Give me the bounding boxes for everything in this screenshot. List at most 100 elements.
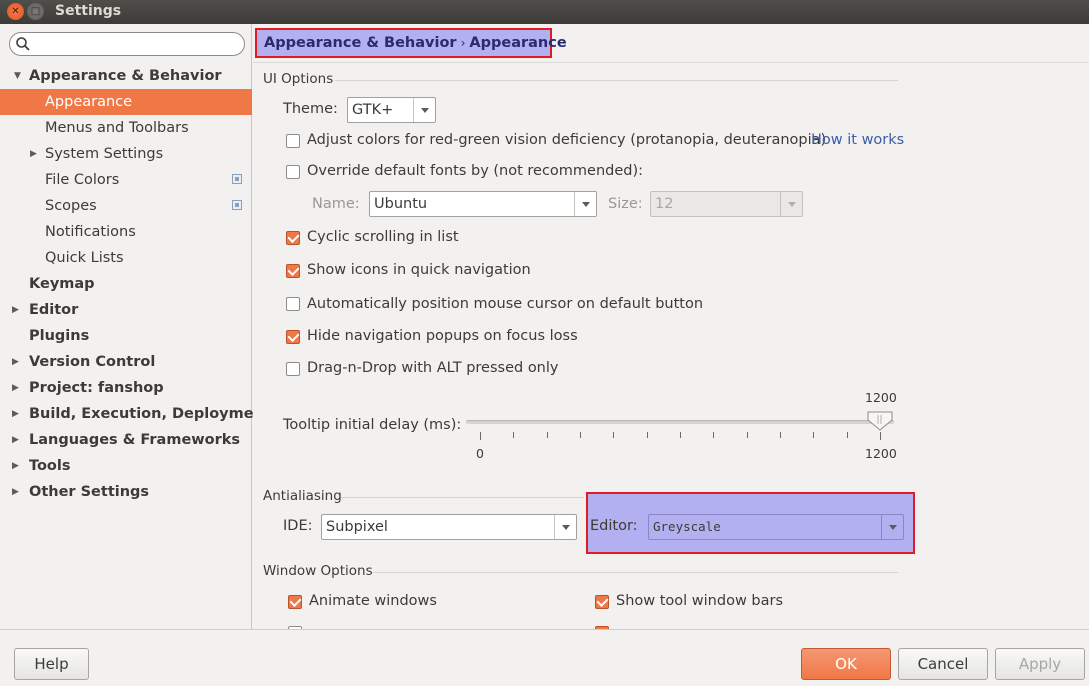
show-tool-window-bars-label: Show tool window bars — [616, 593, 784, 609]
chevron-right-icon[interactable]: ▶ — [12, 375, 19, 401]
dropdown-arrow-icon — [554, 515, 576, 539]
sidebar-item-project[interactable]: ▶ Project: fanshop — [0, 375, 252, 401]
search-input[interactable] — [9, 32, 245, 56]
breadcrumb-part-1[interactable]: Appearance & Behavior — [264, 35, 457, 51]
chevron-right-icon[interactable]: ▶ — [12, 453, 19, 479]
section-antialiasing-title: Antialiasing — [263, 488, 342, 504]
adjust-colors-checkbox[interactable] — [286, 134, 300, 148]
slider-tick — [846, 432, 848, 438]
hide-popups-label: Hide navigation popups on focus loss — [307, 328, 578, 344]
section-window-options-title: Window Options — [263, 563, 373, 579]
dropdown-arrow-icon — [780, 192, 802, 216]
slider-tick — [646, 432, 648, 438]
slider-tick — [713, 432, 715, 438]
project-scope-icon — [232, 200, 242, 210]
font-name-label: Name: — [312, 196, 360, 212]
breadcrumb: Appearance & Behavior › Appearance — [255, 28, 567, 58]
project-scope-icon — [232, 174, 242, 184]
tooltip-min-label: 0 — [476, 446, 484, 461]
font-size-label: Size: — [608, 196, 643, 212]
sidebar-item-keymap[interactable]: Keymap — [0, 271, 252, 297]
chevron-right-icon[interactable]: ▶ — [12, 349, 19, 375]
maximize-window-button[interactable]: □ — [27, 3, 44, 20]
cyclic-scrolling-label: Cyclic scrolling in list — [307, 229, 459, 245]
section-divider — [373, 572, 898, 573]
animate-windows-label: Animate windows — [309, 593, 437, 609]
slider-tick — [480, 432, 481, 440]
chevron-right-icon[interactable]: ▶ — [12, 401, 19, 427]
editor-aa-select[interactable]: Greyscale — [648, 514, 904, 540]
chevron-right-icon[interactable]: ▶ — [12, 479, 19, 505]
cancel-button[interactable]: Cancel — [898, 648, 988, 680]
sidebar-item-appearance-behavior[interactable]: ▼ Appearance & Behavior — [0, 63, 252, 89]
sidebar-item-tools[interactable]: ▶ Tools — [0, 453, 252, 479]
tooltip-delay-slider[interactable] — [466, 420, 894, 424]
drag-n-drop-checkbox[interactable] — [286, 362, 300, 376]
apply-button[interactable]: Apply — [995, 648, 1085, 680]
font-size-value: 12 — [655, 196, 674, 212]
search-icon — [16, 37, 30, 51]
slider-tick — [780, 432, 781, 438]
adjust-colors-label: Adjust colors for red-green vision defic… — [307, 132, 827, 148]
ok-button[interactable]: OK — [801, 648, 891, 680]
sidebar-item-editor[interactable]: ▶ Editor — [0, 297, 252, 323]
slider-tick — [613, 432, 615, 438]
auto-cursor-checkbox[interactable] — [286, 297, 300, 311]
show-tool-window-bars-checkbox[interactable] — [595, 595, 609, 609]
sidebar-item-appearance[interactable]: Appearance — [0, 89, 252, 115]
sidebar-item-scopes[interactable]: Scopes — [0, 193, 252, 219]
drag-n-drop-label: Drag-n-Drop with ALT pressed only — [307, 360, 559, 376]
chevron-down-icon[interactable]: ▼ — [14, 63, 21, 89]
section-divider — [341, 497, 584, 498]
title-bar: ✕ □ Settings — [0, 0, 1089, 24]
close-window-button[interactable]: ✕ — [7, 3, 24, 20]
slider-tick — [813, 432, 815, 438]
sidebar-item-file-colors[interactable]: File Colors — [0, 167, 252, 193]
slider-tick — [546, 432, 548, 438]
sidebar-item-quick-lists[interactable]: Quick Lists — [0, 245, 252, 271]
dropdown-arrow-icon — [574, 192, 596, 216]
sidebar-item-system-settings[interactable]: ▶ System Settings — [0, 141, 252, 167]
chevron-right-icon[interactable]: ▶ — [30, 141, 37, 167]
editor-aa-highlight: Editor: Greyscale — [586, 492, 915, 554]
dialog-button-bar: Help OK Cancel Apply — [0, 629, 1089, 686]
help-button[interactable]: Help — [14, 648, 89, 680]
override-fonts-checkbox[interactable] — [286, 165, 300, 179]
ide-aa-value: Subpixel — [326, 519, 388, 535]
settings-sidebar: ▼ Appearance & Behavior Appearance Menus… — [0, 24, 271, 629]
breadcrumb-part-2: Appearance — [469, 35, 567, 51]
chevron-right-icon[interactable]: ▶ — [12, 297, 19, 323]
editor-aa-label: Editor: — [590, 518, 638, 534]
section-ui-options-title: UI Options — [263, 71, 334, 87]
font-size-select: 12 — [650, 191, 803, 217]
sidebar-item-plugins[interactable]: Plugins — [0, 323, 252, 349]
show-icons-checkbox[interactable] — [286, 264, 300, 278]
slider-tick — [746, 432, 748, 438]
chevron-right-icon[interactable]: ▶ — [12, 427, 19, 453]
override-fonts-label: Override default fonts by (not recommend… — [307, 163, 644, 179]
sidebar-item-build-execution-deployment[interactable]: ▶ Build, Execution, Deployment — [0, 401, 271, 427]
sidebar-item-notifications[interactable]: Notifications — [0, 219, 252, 245]
sidebar-item-other-settings[interactable]: ▶ Other Settings — [0, 479, 252, 505]
how-it-works-link[interactable]: How it works — [811, 132, 904, 148]
slider-tick — [880, 432, 881, 440]
breadcrumb-separator: › — [460, 36, 466, 50]
header-divider — [253, 62, 1089, 63]
theme-select-value: GTK+ — [352, 102, 394, 118]
window-title: Settings — [55, 3, 122, 19]
animate-windows-checkbox[interactable] — [288, 595, 302, 609]
ide-aa-select[interactable]: Subpixel — [321, 514, 577, 540]
theme-label: Theme: — [283, 101, 338, 117]
dropdown-arrow-icon — [881, 515, 903, 539]
hide-popups-checkbox[interactable] — [286, 330, 300, 344]
font-name-select[interactable]: Ubuntu — [369, 191, 597, 217]
slider-thumb[interactable] — [866, 411, 894, 431]
sidebar-item-version-control[interactable]: ▶ Version Control — [0, 349, 252, 375]
sidebar-item-languages-frameworks[interactable]: ▶ Languages & Frameworks — [0, 427, 252, 453]
section-divider — [335, 80, 898, 81]
settings-content: Appearance & Behavior › Appearance UI Opti… — [253, 24, 1089, 629]
sidebar-item-menus-toolbars[interactable]: Menus and Toolbars — [0, 115, 252, 141]
tooltip-max-label: 1200 — [865, 446, 897, 461]
cyclic-scrolling-checkbox[interactable] — [286, 231, 300, 245]
theme-select[interactable]: GTK+ — [347, 97, 436, 123]
